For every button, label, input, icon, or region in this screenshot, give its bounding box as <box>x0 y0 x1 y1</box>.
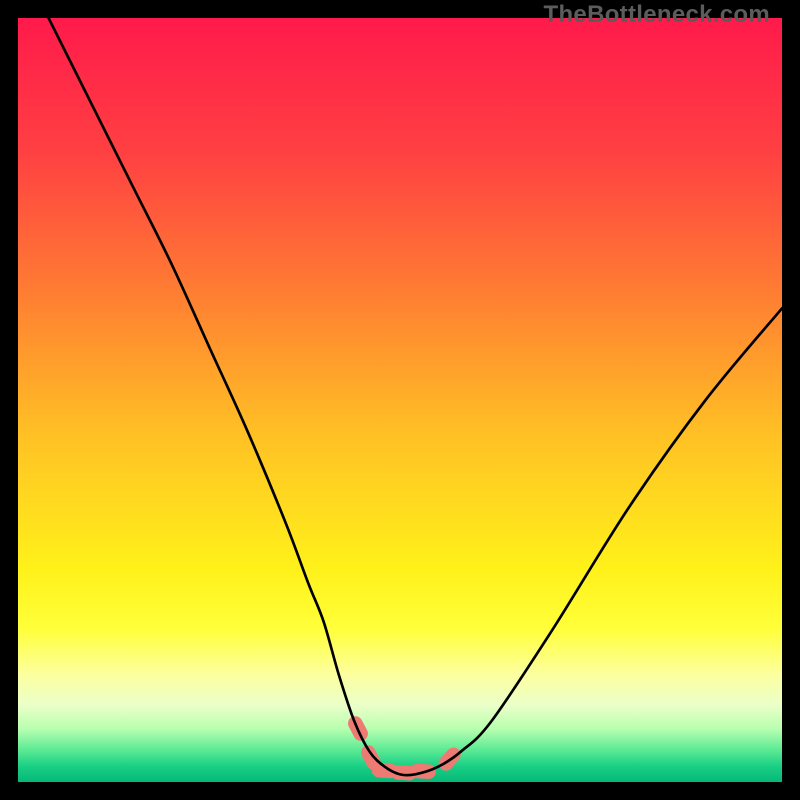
chart-frame: TheBottleneck.com <box>18 0 782 782</box>
bottleneck-curve <box>49 18 782 775</box>
chart-markers-group <box>345 714 463 781</box>
chart-plot-area <box>18 18 782 782</box>
chart-curve-layer <box>18 18 782 782</box>
watermark-text: TheBottleneck.com <box>544 1 770 29</box>
